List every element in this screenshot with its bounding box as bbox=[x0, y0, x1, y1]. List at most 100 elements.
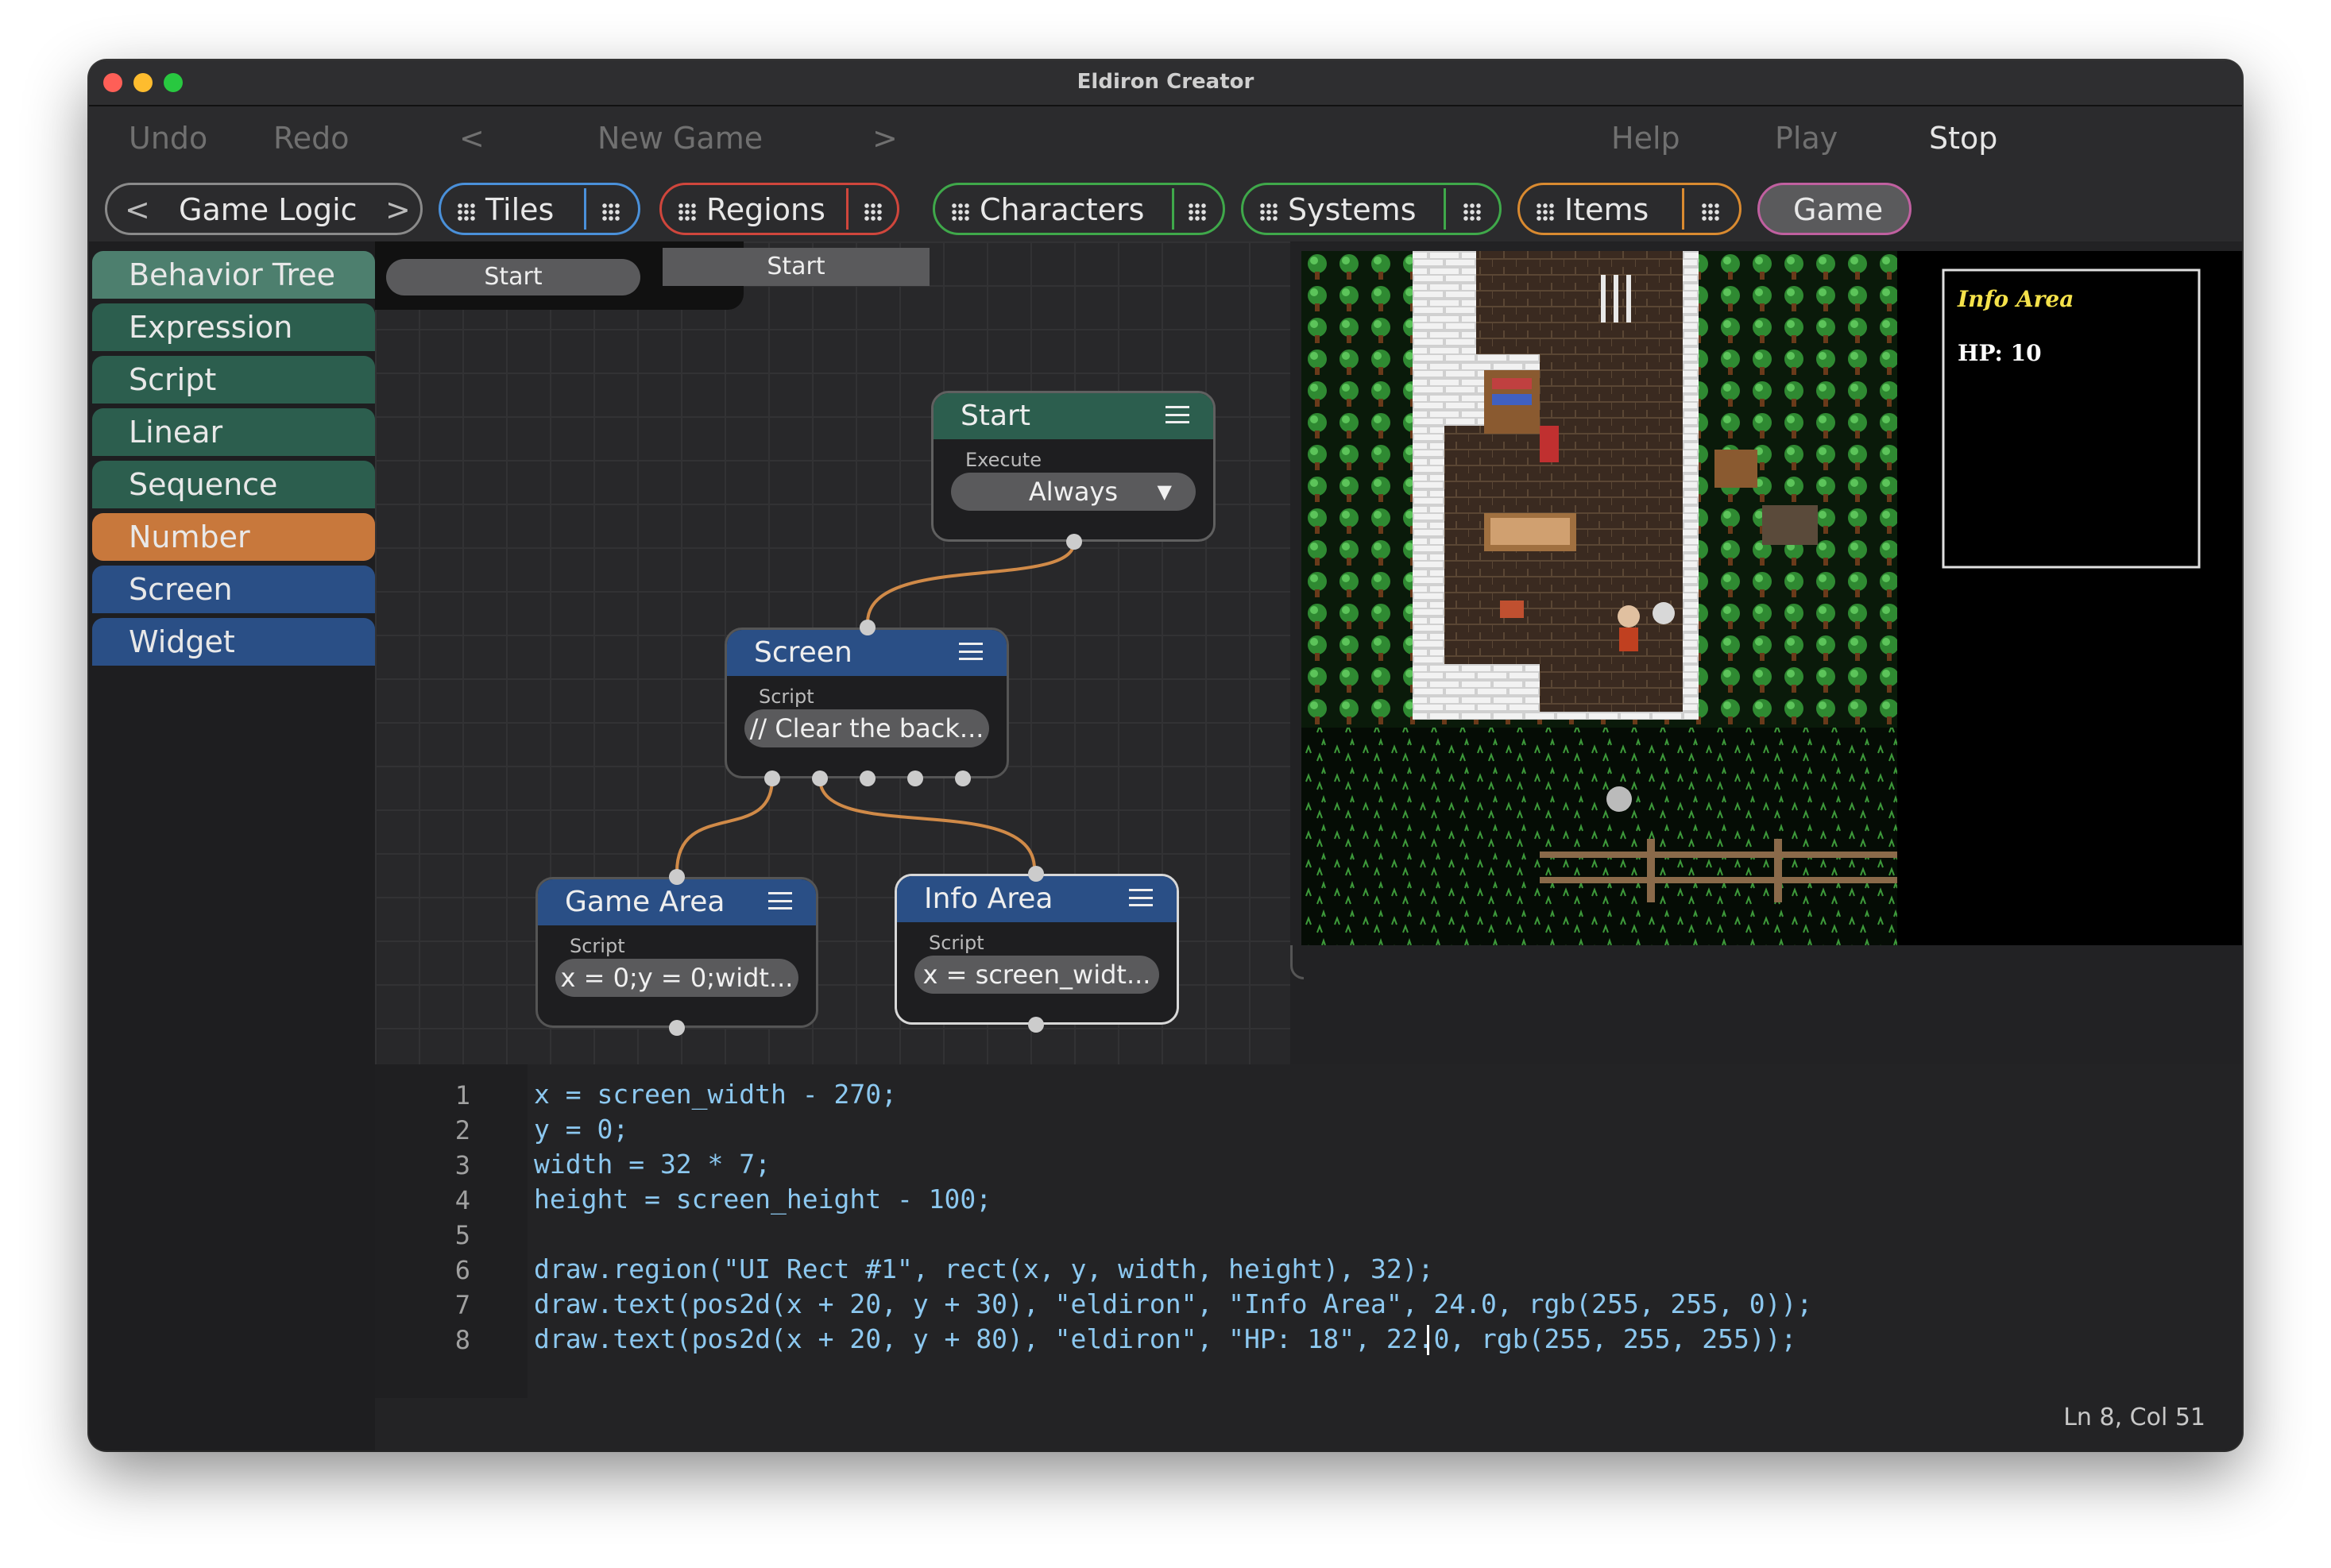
screen-node[interactable]: Screen Script // Clear the back... bbox=[725, 628, 1009, 778]
tab-regions-label: Regions bbox=[706, 192, 825, 227]
sidebar-item-number[interactable]: Number bbox=[92, 513, 375, 561]
grid-icon bbox=[457, 203, 476, 222]
tab-systems-label: Systems bbox=[1288, 192, 1417, 227]
output-port[interactable] bbox=[1066, 534, 1082, 550]
code-line[interactable]: y = 0; bbox=[534, 1114, 628, 1145]
start-node[interactable]: Start Execute Always ▼ bbox=[931, 391, 1216, 542]
grid-icon bbox=[1259, 203, 1278, 222]
cursor-position: Ln 8, Col 51 bbox=[2063, 1404, 2205, 1431]
input-port[interactable] bbox=[669, 869, 685, 885]
code-editor[interactable]: 1 2 3 4 5 6 7 8 x = screen_width - 270; … bbox=[375, 1064, 2242, 1450]
sidebar-item-behavior-tree[interactable]: Behavior Tree bbox=[92, 251, 375, 299]
game-area-script-field[interactable]: x = 0;y = 0;widt... bbox=[555, 959, 798, 997]
tab-characters[interactable]: Characters bbox=[933, 183, 1225, 235]
game-map-render bbox=[1301, 251, 2242, 945]
info-area-node-title: Info Area bbox=[924, 882, 1053, 915]
output-port[interactable] bbox=[955, 770, 971, 786]
sidebar-item-widget[interactable]: Widget bbox=[92, 618, 375, 666]
code-line[interactable]: draw.text(pos2d(x + 20, y + 80), "eldiro… bbox=[534, 1323, 1796, 1354]
tab-divider bbox=[584, 188, 586, 230]
items-grid-icon[interactable] bbox=[1701, 203, 1720, 222]
line-number: 8 bbox=[454, 1325, 470, 1355]
node-menu-icon[interactable] bbox=[768, 892, 792, 910]
behavior-name: Game Logic bbox=[179, 192, 358, 227]
code-line[interactable]: height = screen_height - 100; bbox=[534, 1184, 992, 1215]
help-button[interactable]: Help bbox=[1611, 121, 1680, 156]
chevron-down-icon: ▼ bbox=[1157, 481, 1172, 503]
info-area-node-label: Script bbox=[929, 932, 984, 954]
node-menu-icon[interactable] bbox=[1166, 406, 1189, 423]
line-number: 4 bbox=[454, 1185, 470, 1215]
preview-corner bbox=[1290, 945, 1304, 979]
systems-grid-icon[interactable] bbox=[1463, 203, 1482, 222]
tab-divider bbox=[846, 188, 849, 230]
input-port[interactable] bbox=[860, 620, 876, 635]
game-screen[interactable]: Info Area HP: 10 bbox=[1301, 251, 2242, 945]
code-line[interactable]: width = 32 * 7; bbox=[534, 1149, 771, 1180]
output-port[interactable] bbox=[860, 770, 876, 786]
characters-grid-icon[interactable] bbox=[1188, 203, 1207, 222]
project-name[interactable]: New Game bbox=[597, 121, 763, 156]
title-bar: Eldiron Creator bbox=[89, 60, 2242, 106]
execute-dropdown[interactable]: Always ▼ bbox=[951, 473, 1196, 511]
output-port[interactable] bbox=[907, 770, 923, 786]
output-port[interactable] bbox=[1028, 1017, 1044, 1033]
tab-regions[interactable]: Regions bbox=[659, 183, 899, 235]
menu-bar: Undo Redo < New Game > Help Play Stop bbox=[89, 106, 2242, 170]
behavior-selector[interactable]: < Game Logic > bbox=[105, 183, 423, 235]
code-line[interactable]: draw.text(pos2d(x + 20, y + 30), "eldiro… bbox=[534, 1288, 1812, 1319]
chevron-left-icon[interactable]: < bbox=[459, 121, 485, 156]
grid-icon bbox=[1536, 203, 1555, 222]
sidebar-item-sequence[interactable]: Sequence bbox=[92, 461, 375, 508]
line-number: 5 bbox=[454, 1220, 470, 1250]
line-number: 3 bbox=[454, 1150, 470, 1180]
chevron-right-icon[interactable]: > bbox=[872, 121, 898, 156]
line-number: 7 bbox=[454, 1290, 470, 1320]
tiles-grid-icon[interactable] bbox=[601, 203, 620, 222]
app-window: Eldiron Creator Undo Redo < New Game > H… bbox=[89, 60, 2242, 1450]
sidebar-item-screen[interactable]: Screen bbox=[92, 566, 375, 613]
start-node-label: Execute bbox=[965, 449, 1042, 471]
tab-items[interactable]: Items bbox=[1517, 183, 1741, 235]
stop-button[interactable]: Stop bbox=[1929, 121, 1997, 156]
tab-divider bbox=[1172, 188, 1174, 230]
node-graph-canvas[interactable]: Start Start Start Execute Always ▼ Scree… bbox=[375, 241, 1290, 1064]
behavior-next-icon[interactable]: > bbox=[385, 192, 411, 227]
start-node-title: Start bbox=[961, 400, 1030, 432]
tab-game-label: Game bbox=[1793, 192, 1884, 227]
info-area-script-field[interactable]: x = screen_widt... bbox=[914, 956, 1159, 994]
game-preview-panel: Info Area HP: 10 bbox=[1290, 241, 2242, 1064]
undo-button[interactable]: Undo bbox=[129, 121, 207, 156]
game-area-node-label: Script bbox=[570, 935, 625, 957]
regions-grid-icon[interactable] bbox=[864, 203, 883, 222]
tab-characters-label: Characters bbox=[980, 192, 1145, 227]
tab-tiles[interactable]: Tiles bbox=[439, 183, 640, 235]
play-button[interactable]: Play bbox=[1775, 121, 1838, 156]
output-port[interactable] bbox=[669, 1020, 685, 1036]
info-area-title: Info Area bbox=[1958, 286, 2074, 312]
output-port[interactable] bbox=[764, 770, 780, 786]
code-line[interactable]: draw.region("UI Rect #1", rect(x, y, wid… bbox=[534, 1253, 1433, 1284]
tab-systems[interactable]: Systems bbox=[1241, 183, 1502, 235]
node-sidebar: Behavior Tree Expression Script Linear S… bbox=[89, 241, 375, 1450]
line-number: 1 bbox=[454, 1080, 470, 1110]
behavior-prev-icon[interactable]: < bbox=[125, 192, 150, 227]
game-area-node[interactable]: Game Area Script x = 0;y = 0;widt... bbox=[535, 877, 818, 1028]
sidebar-item-script[interactable]: Script bbox=[92, 356, 375, 404]
node-menu-icon[interactable] bbox=[959, 643, 983, 660]
node-menu-icon[interactable] bbox=[1129, 889, 1153, 906]
output-port[interactable] bbox=[812, 770, 828, 786]
redo-button[interactable]: Redo bbox=[273, 121, 349, 156]
grid-icon bbox=[678, 203, 697, 222]
tab-game[interactable]: Game bbox=[1757, 183, 1912, 235]
hp-readout: HP: 10 bbox=[1958, 340, 2042, 366]
line-gutter: 1 2 3 4 5 6 7 8 bbox=[375, 1064, 528, 1398]
screen-script-field[interactable]: // Clear the back... bbox=[744, 709, 989, 747]
screen-node-label: Script bbox=[759, 686, 814, 708]
input-port[interactable] bbox=[1028, 866, 1044, 882]
sidebar-item-expression[interactable]: Expression bbox=[92, 303, 375, 351]
screen-node-title: Screen bbox=[754, 636, 852, 669]
info-area-node[interactable]: Info Area Script x = screen_widt... bbox=[895, 874, 1179, 1025]
sidebar-item-linear[interactable]: Linear bbox=[92, 408, 375, 456]
code-line[interactable]: x = screen_width - 270; bbox=[534, 1079, 897, 1110]
